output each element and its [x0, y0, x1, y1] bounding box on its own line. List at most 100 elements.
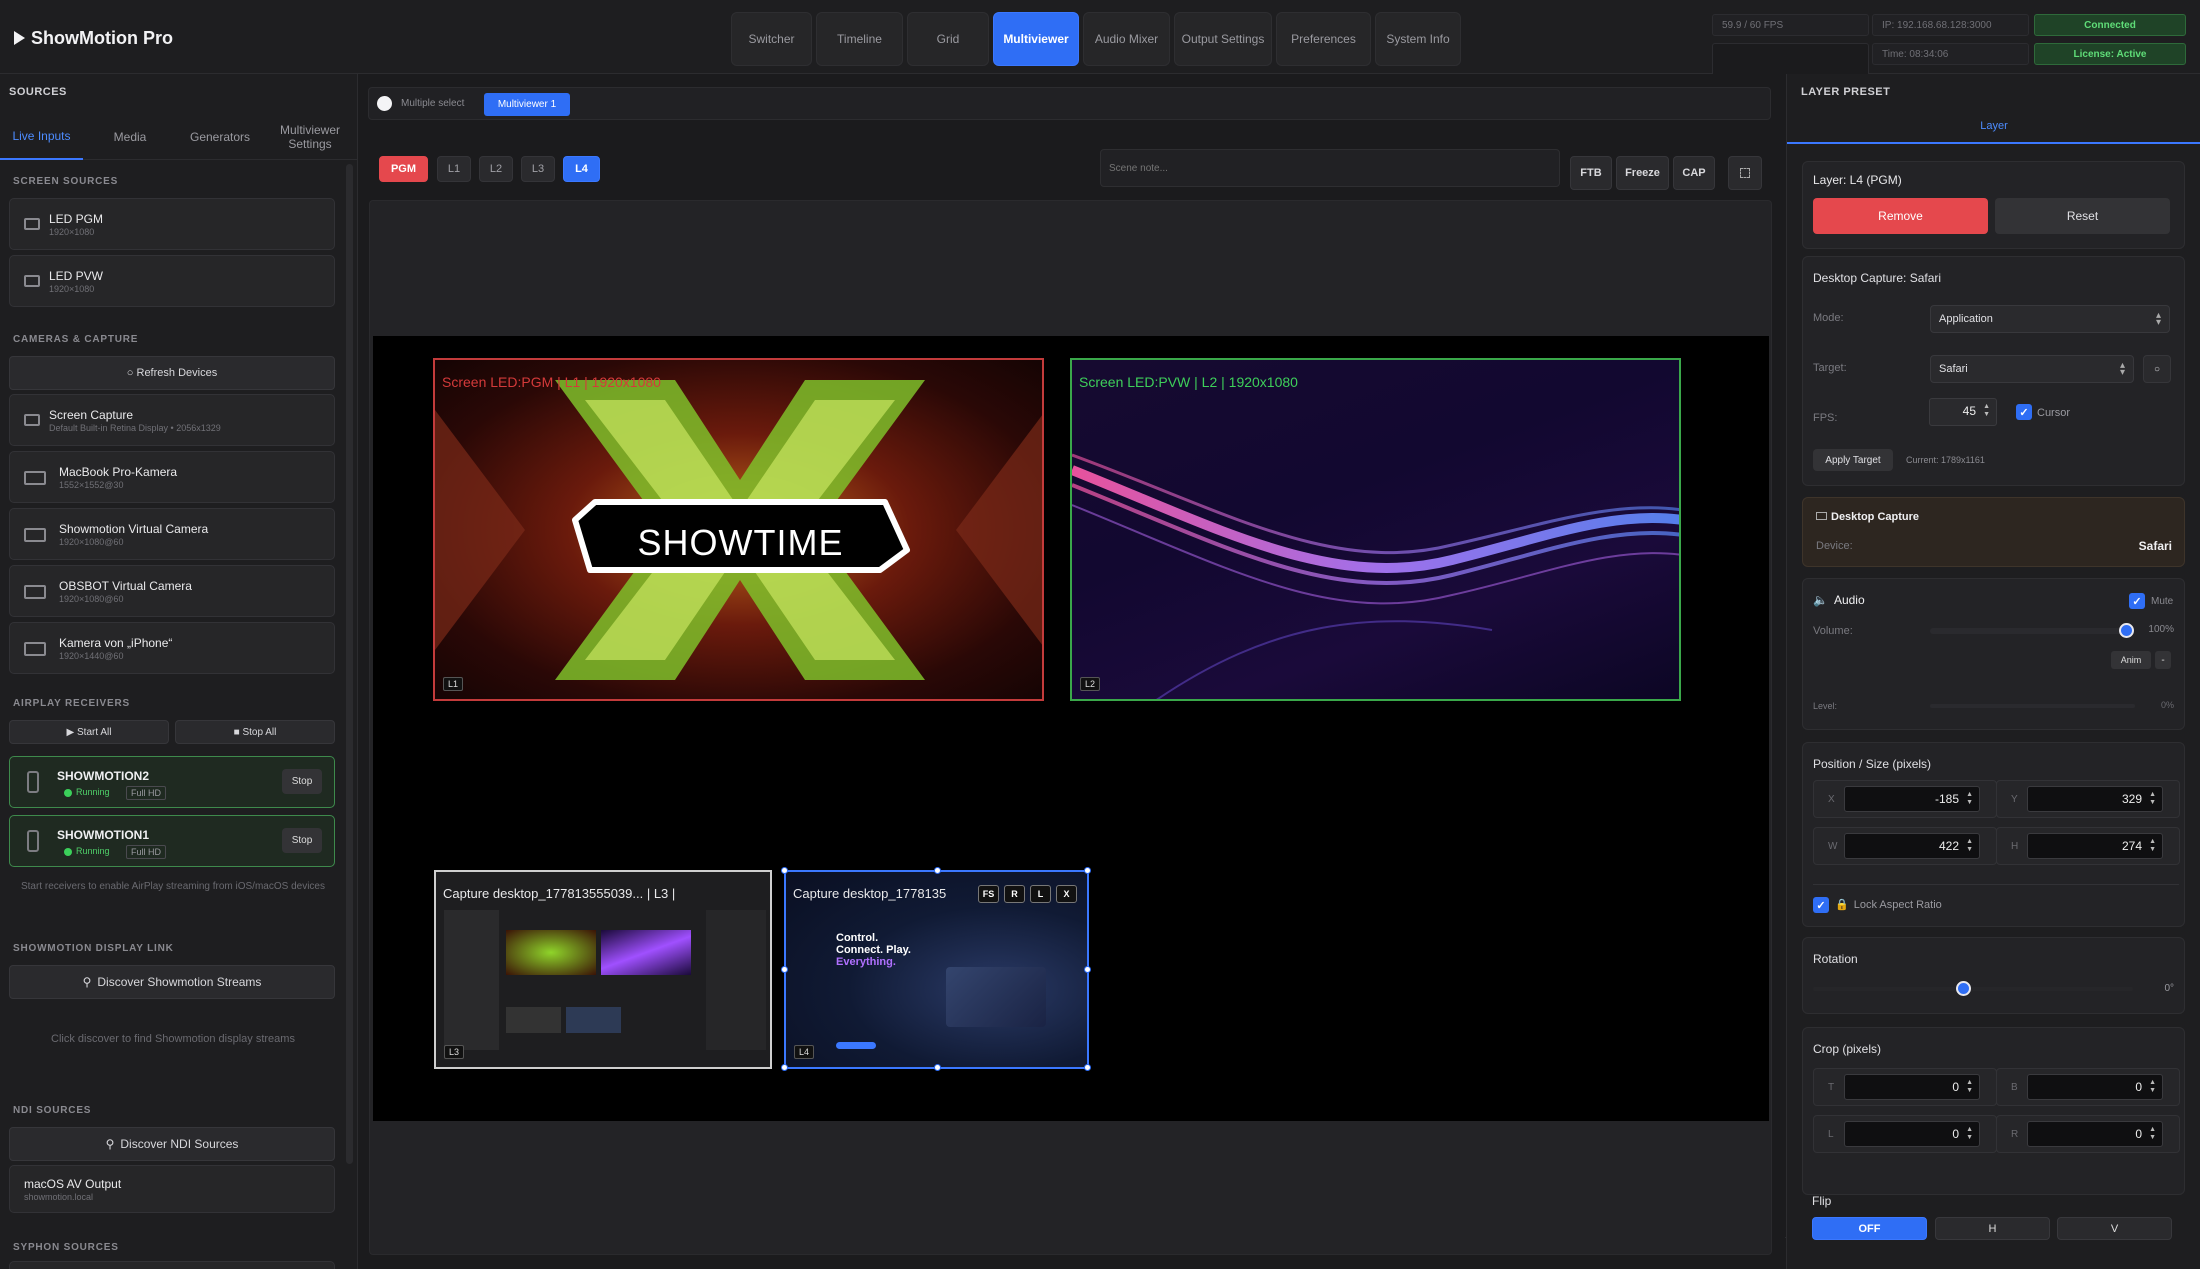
- layer-tab-l3[interactable]: L3: [521, 156, 555, 182]
- l3-panel-thumb: [706, 910, 766, 1050]
- group-display-link: SHOWMOTION DISPLAY LINK: [13, 943, 174, 954]
- sources-title: SOURCES: [9, 86, 67, 98]
- crop-top-input[interactable]: 0 ▲ ▼: [1844, 1074, 1980, 1100]
- rotation-value: 0°: [2164, 983, 2174, 994]
- ndi-source-item[interactable]: macOS AV Output showmotion.local: [9, 1165, 335, 1213]
- freeze-button[interactable]: Freeze: [1616, 156, 1669, 190]
- monitor-icon: [24, 275, 40, 287]
- tab-media[interactable]: Media: [90, 114, 170, 160]
- time-readout: Time: 08:34:06: [1872, 43, 2029, 65]
- mute-checkbox[interactable]: ✓: [2129, 593, 2145, 609]
- tile-l1[interactable]: SHOWTIME Screen LED:PGM | L1 | 1920x1080…: [433, 358, 1044, 701]
- l4-cta-thumb: [836, 1042, 876, 1049]
- close-tile-button[interactable]: X: [1056, 885, 1077, 903]
- multiple-select-label: Multiple select: [401, 98, 465, 109]
- stop-all-button[interactable]: ■ Stop All: [175, 720, 335, 744]
- multiple-select-checkbox[interactable]: [377, 96, 392, 111]
- sources-scrollbar[interactable]: [346, 164, 353, 1164]
- resize-handle-bl[interactable]: [781, 1064, 788, 1071]
- resize-handle-t[interactable]: [934, 867, 941, 874]
- layer-label: Layer: L4 (PGM): [1813, 173, 1902, 187]
- source-led-pgm[interactable]: LED PGM 1920×1080: [9, 198, 335, 250]
- anim-button[interactable]: Anim: [2111, 651, 2151, 669]
- tab-multiviewer-settings[interactable]: Multiviewer Settings: [270, 114, 350, 160]
- tab-audio-mixer[interactable]: Audio Mixer: [1083, 12, 1170, 66]
- source-led-pvw[interactable]: LED PVW 1920×1080: [9, 255, 335, 307]
- resize-handle-l[interactable]: [781, 966, 788, 973]
- tile-l3[interactable]: Capture desktop_177813555039... | L3 | L…: [434, 870, 772, 1069]
- ftb-button[interactable]: FTB: [1570, 156, 1612, 190]
- tab-system-info[interactable]: System Info: [1375, 12, 1461, 66]
- running-dot: [64, 789, 72, 797]
- flip-v-button[interactable]: V: [2057, 1217, 2172, 1240]
- discover-streams-button[interactable]: ⚲ Discover Showmotion Streams: [9, 965, 335, 999]
- source-virtual-camera[interactable]: Showmotion Virtual Camera 1920×1080@60: [9, 508, 335, 560]
- tab-output-settings[interactable]: Output Settings: [1174, 12, 1272, 66]
- source-macbook-camera[interactable]: MacBook Pro-Kamera 1552×1552@30: [9, 451, 335, 503]
- tile-l1-tag: L1: [443, 677, 464, 691]
- rotation-slider[interactable]: [1813, 987, 2133, 991]
- refresh-target-button[interactable]: ○: [2143, 355, 2171, 383]
- resize-handle-r[interactable]: [1084, 966, 1091, 973]
- capture-card: Desktop Capture: Safari Mode: Applicatio…: [1802, 256, 2185, 486]
- tab-multiviewer[interactable]: Multiviewer: [993, 12, 1079, 66]
- discover-ndi-button[interactable]: ⚲ Discover NDI Sources: [9, 1127, 335, 1161]
- fps-input[interactable]: 45 ▲ ▼: [1929, 398, 1997, 426]
- layer-tab-l1[interactable]: L1: [437, 156, 471, 182]
- stop-receiver-button[interactable]: Stop: [282, 828, 322, 853]
- stop-receiver-button[interactable]: Stop: [282, 769, 322, 794]
- w-input[interactable]: 422 ▲ ▼: [1844, 833, 1980, 859]
- scene-note-input[interactable]: [1100, 149, 1560, 187]
- crop-top-field: T 0 ▲ ▼: [1813, 1068, 1997, 1106]
- volume-knob[interactable]: [2119, 623, 2134, 638]
- start-all-button[interactable]: ▶ Start All: [9, 720, 169, 744]
- reset-button[interactable]: Reset: [1995, 198, 2170, 234]
- resize-handle-tl[interactable]: [781, 867, 788, 874]
- tab-timeline[interactable]: Timeline: [816, 12, 903, 66]
- minus-button[interactable]: -: [2155, 651, 2171, 669]
- volume-slider[interactable]: [1930, 628, 2126, 634]
- resize-handle-b[interactable]: [934, 1064, 941, 1071]
- y-input[interactable]: 329 ▲ ▼: [2027, 786, 2163, 812]
- tab-grid[interactable]: Grid: [907, 12, 989, 66]
- mode-select[interactable]: Application ▴ ▾: [1930, 305, 2170, 333]
- cap-button[interactable]: CAP: [1673, 156, 1715, 190]
- tile-l2[interactable]: Screen LED:PVW | L2 | 1920x1080 L2: [1070, 358, 1681, 701]
- fullscreen-button[interactable]: [1728, 156, 1762, 190]
- lock-aspect-checkbox[interactable]: ✓: [1813, 897, 1829, 913]
- resize-handle-br[interactable]: [1084, 1064, 1091, 1071]
- layer-tab-pgm[interactable]: PGM: [379, 156, 428, 182]
- tile-l4[interactable]: Control. Connect. Play. Everything. Capt…: [781, 867, 1091, 1071]
- flip-off-button[interactable]: OFF: [1812, 1217, 1927, 1240]
- layer-tab-l2[interactable]: L2: [479, 156, 513, 182]
- lock-tile-button[interactable]: L: [1030, 885, 1051, 903]
- audio-card: 🔈 Audio ✓ Mute Volume: 100% Anim - Level:…: [1802, 578, 2185, 730]
- crop-right-input[interactable]: 0 ▲ ▼: [2027, 1121, 2163, 1147]
- source-iphone-camera[interactable]: Kamera von „iPhone“ 1920×1440@60: [9, 622, 335, 674]
- tab-preferences[interactable]: Preferences: [1276, 12, 1371, 66]
- refresh-devices-button[interactable]: ○ Refresh Devices: [9, 356, 335, 390]
- flip-h-button[interactable]: H: [1935, 1217, 2050, 1240]
- apply-target-button[interactable]: Apply Target: [1813, 449, 1893, 471]
- target-select[interactable]: Safari ▴ ▾: [1930, 355, 2134, 383]
- target-label: Target:: [1813, 362, 1847, 374]
- tab-layer[interactable]: Layer: [1787, 110, 2200, 144]
- syphon-source-item[interactable]: [9, 1261, 335, 1269]
- resize-handle-tr[interactable]: [1084, 867, 1091, 874]
- crop-left-input[interactable]: 0 ▲ ▼: [1844, 1121, 1980, 1147]
- fullscreen-tile-button[interactable]: FS: [978, 885, 999, 903]
- crop-bottom-input[interactable]: 0 ▲ ▼: [2027, 1074, 2163, 1100]
- layer-tab-l4[interactable]: L4: [563, 156, 600, 182]
- tab-generators[interactable]: Generators: [180, 114, 260, 160]
- rotation-knob[interactable]: [1956, 981, 1971, 996]
- h-input[interactable]: 274 ▲ ▼: [2027, 833, 2163, 859]
- x-input[interactable]: -185 ▲ ▼: [1844, 786, 1980, 812]
- multiviewer-1-button[interactable]: Multiviewer 1: [484, 93, 570, 116]
- source-screen-capture[interactable]: Screen Capture Default Built-in Retina D…: [9, 394, 335, 446]
- remove-button[interactable]: Remove: [1813, 198, 1988, 234]
- tab-switcher[interactable]: Switcher: [731, 12, 812, 66]
- cursor-checkbox[interactable]: ✓: [2016, 404, 2032, 420]
- tab-live-inputs[interactable]: Live Inputs: [0, 114, 83, 160]
- source-obsbot-camera[interactable]: OBSBOT Virtual Camera 1920×1080@60: [9, 565, 335, 617]
- reset-tile-button[interactable]: R: [1004, 885, 1025, 903]
